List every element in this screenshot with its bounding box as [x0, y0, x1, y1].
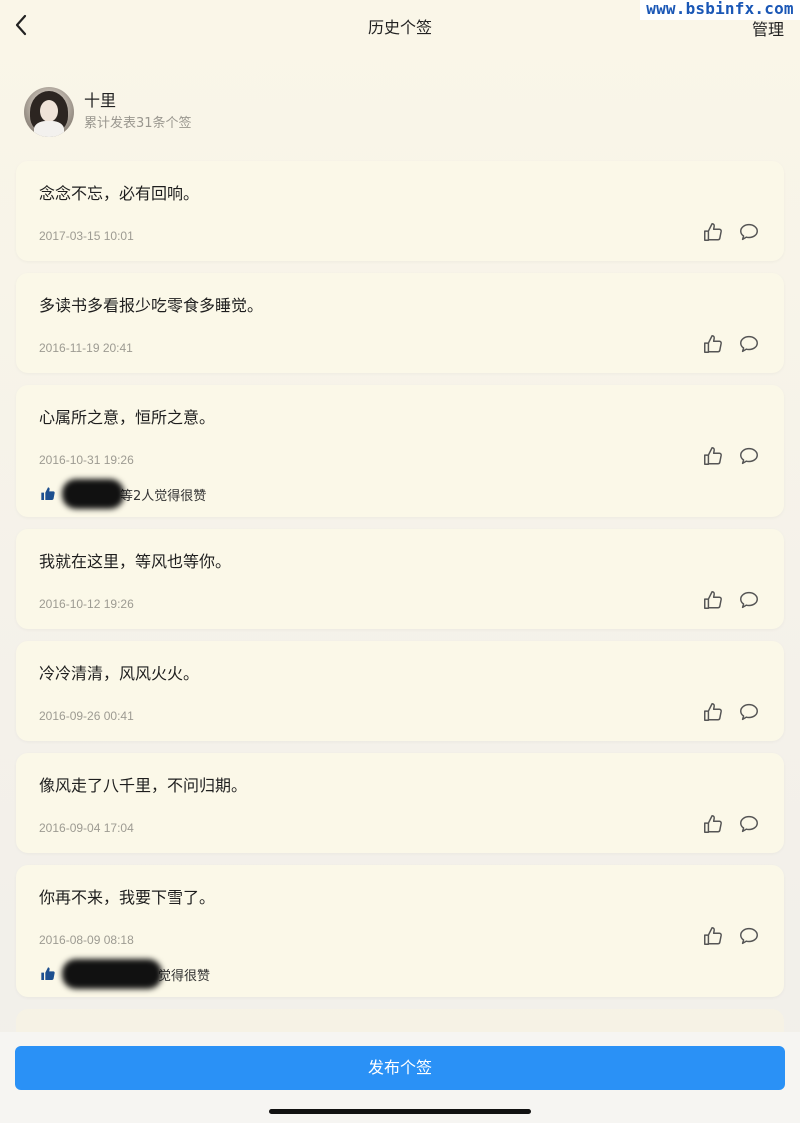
signature-date: 2016-11-19 20:41 — [39, 341, 133, 355]
signature-card: 你再不来，我要下雪了。 2016-08-09 08:18 觉得很赞 — [16, 865, 784, 997]
signature-card: 冷冷清清，风风火火。 2016-09-26 00:41 — [16, 641, 784, 741]
signature-text: 我就在这里，等风也等你。 — [39, 552, 232, 571]
thumbs-up-icon[interactable] — [702, 445, 724, 467]
signature-date: 2016-10-12 19:26 — [39, 597, 134, 611]
avatar[interactable] — [24, 87, 74, 137]
signature-card: 念念不忘，必有回响。 2017-03-15 10:01 — [16, 161, 784, 261]
comment-icon[interactable] — [738, 589, 760, 611]
thumbs-up-icon[interactable] — [702, 221, 724, 243]
user-name: 十里 — [84, 91, 117, 110]
thumbs-up-filled-icon — [41, 967, 55, 980]
likes-text: 觉得很赞 — [158, 968, 211, 984]
likes-summary[interactable]: 觉得很赞 — [40, 959, 210, 989]
profile-header: 十里 累计发表31条个签 — [24, 86, 192, 138]
signature-card: 心属所之意，恒所之意。 2016-10-31 19:26 等2人觉得很赞 — [16, 385, 784, 517]
signature-card: 像风走了八千里，不问归期。 2016-09-04 17:04 — [16, 753, 784, 853]
user-stats: 累计发表31条个签 — [84, 116, 192, 131]
comment-icon[interactable] — [738, 221, 760, 243]
signature-date: 2016-09-04 17:04 — [39, 821, 134, 835]
publish-signature-button[interactable]: 发布个签 — [15, 1046, 785, 1090]
signature-text: 你再不来，我要下雪了。 — [39, 888, 216, 907]
signature-text: 冷冷清清，风风火火。 — [39, 664, 200, 683]
home-indicator — [269, 1109, 531, 1114]
thumbs-up-icon[interactable] — [702, 813, 724, 835]
signature-card: 我就在这里，等风也等你。 2016-10-12 19:26 — [16, 529, 784, 629]
thumbs-up-icon[interactable] — [702, 589, 724, 611]
likes-summary[interactable]: 等2人觉得很赞 — [40, 479, 206, 509]
signature-list: 念念不忘，必有回响。 2017-03-15 10:01 多读书多看报少吃零食多睡… — [16, 161, 784, 1049]
signature-text: 念念不忘，必有回响。 — [39, 184, 200, 203]
signature-date: 2017-03-15 10:01 — [39, 229, 134, 243]
signature-card: 多读书多看报少吃零食多睡觉。 2016-11-19 20:41 — [16, 273, 784, 373]
redacted-username — [62, 959, 162, 989]
comment-icon[interactable] — [738, 445, 760, 467]
comment-icon[interactable] — [738, 701, 760, 723]
signature-date: 2016-09-26 00:41 — [39, 709, 134, 723]
thumbs-up-icon[interactable] — [702, 701, 724, 723]
likes-text: 等2人觉得很赞 — [120, 488, 207, 504]
watermark: www.bsbinfx.com — [640, 0, 800, 20]
signature-text: 像风走了八千里，不问归期。 — [39, 776, 248, 795]
signature-text: 心属所之意，恒所之意。 — [39, 408, 216, 427]
thumbs-up-icon[interactable] — [702, 333, 724, 355]
signature-date: 2016-08-09 08:18 — [39, 933, 134, 947]
comment-icon[interactable] — [738, 813, 760, 835]
signature-date: 2016-10-31 19:26 — [39, 453, 134, 467]
comment-icon[interactable] — [738, 925, 760, 947]
signature-text: 多读书多看报少吃零食多睡觉。 — [39, 296, 264, 315]
thumbs-up-filled-icon — [41, 487, 55, 500]
redacted-username — [62, 479, 124, 509]
comment-icon[interactable] — [738, 333, 760, 355]
thumbs-up-icon[interactable] — [702, 925, 724, 947]
